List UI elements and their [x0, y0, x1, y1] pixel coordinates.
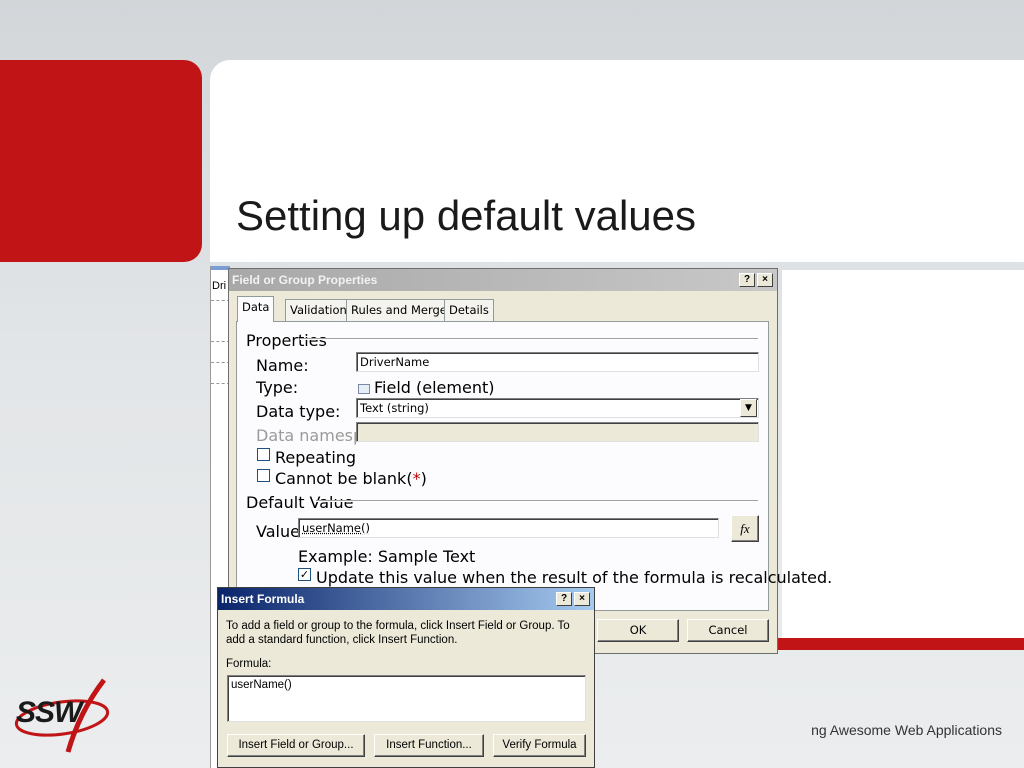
- field-dialog-titlebar: Field or Group Properties ? ×: [229, 269, 777, 291]
- tab-details[interactable]: Details: [444, 299, 494, 321]
- value-field[interactable]: userName(): [298, 518, 719, 538]
- help-button[interactable]: ?: [739, 273, 755, 287]
- field-dialog-title: Field or Group Properties: [232, 273, 378, 287]
- formula-label: Formula:: [226, 658, 272, 670]
- namespace-field: [356, 422, 759, 442]
- chevron-down-icon[interactable]: ▼: [740, 399, 757, 417]
- datatype-select[interactable]: Text (string): [356, 398, 759, 418]
- value-field-text: userName(): [302, 521, 370, 535]
- formula-textarea[interactable]: userName(): [227, 675, 586, 722]
- ok-button[interactable]: OK: [597, 619, 679, 642]
- repeating-checkbox[interactable]: [257, 448, 270, 461]
- type-value: Field (element): [358, 378, 494, 397]
- slide-title: Setting up default values: [236, 192, 696, 239]
- red-accent-stripe: [770, 638, 1024, 650]
- tab-rules-and-merge[interactable]: Rules and Merge: [346, 299, 452, 321]
- name-field[interactable]: DriverName: [356, 352, 759, 372]
- red-accent-block: [0, 60, 202, 262]
- cannot-be-blank-checkbox[interactable]: [257, 469, 270, 482]
- example-text: Example: Sample Text: [298, 547, 476, 566]
- insert-formula-dialog: Insert Formula ? × To add a field or gro…: [217, 587, 595, 768]
- verify-formula-button[interactable]: Verify Formula: [493, 734, 586, 757]
- help-button[interactable]: ?: [556, 592, 572, 606]
- required-marker: *: [412, 469, 421, 488]
- cancel-button[interactable]: Cancel: [687, 619, 769, 642]
- datatype-label: Data type:: [256, 402, 341, 421]
- insert-field-or-group-button[interactable]: Insert Field or Group...: [227, 734, 365, 757]
- ssw-logo: SSW: [14, 676, 120, 754]
- formula-dialog-title: Insert Formula: [221, 592, 305, 606]
- formula-fx-button[interactable]: fx: [731, 515, 759, 542]
- cannot-be-blank-label: Cannot be blank(*): [275, 469, 427, 488]
- formula-dialog-titlebar: Insert Formula ? ×: [218, 588, 594, 610]
- group-separator: [300, 338, 758, 340]
- type-value-text: Field (element): [374, 378, 495, 397]
- field-element-icon: [358, 384, 370, 394]
- formula-instructions: To add a field or group to the formula, …: [226, 620, 570, 646]
- name-label: Name:: [256, 356, 309, 375]
- type-label: Type:: [256, 378, 299, 397]
- footer-text: ng Awesome Web Applications: [811, 722, 1002, 738]
- insert-function-button[interactable]: Insert Function...: [374, 734, 484, 757]
- group-separator: [316, 500, 758, 502]
- tab-validation[interactable]: Validation: [285, 299, 352, 321]
- update-value-checkbox[interactable]: ✓: [298, 568, 311, 581]
- update-value-label: Update this value when the result of the…: [316, 568, 833, 587]
- repeating-label: Repeating: [275, 448, 357, 467]
- cannot-be-blank-text: Cannot be blank: [275, 469, 407, 488]
- logo-text: SSW: [16, 696, 82, 729]
- close-button[interactable]: ×: [757, 273, 773, 287]
- properties-group-label: Properties: [246, 331, 327, 350]
- close-button[interactable]: ×: [574, 592, 590, 606]
- default-value-group-label: Default Value: [246, 493, 354, 512]
- tab-data[interactable]: Data: [237, 296, 275, 322]
